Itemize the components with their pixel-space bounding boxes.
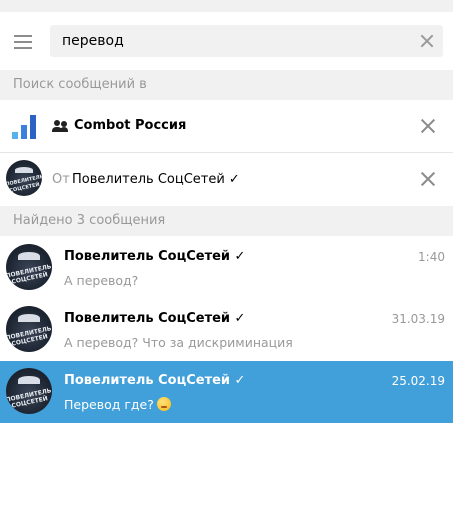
result-date: 31.03.19 [391, 312, 445, 326]
found-header: Найдено 3 сообщения [0, 206, 453, 236]
result-sender: Повелитель СоцСетей ✓ [64, 311, 246, 326]
result-date: 1:40 [418, 250, 445, 264]
chat-filter-name: Combot Россия [74, 118, 187, 133]
clear-search-icon[interactable] [420, 34, 434, 48]
remove-from-filter-icon[interactable] [421, 172, 435, 186]
search-in-label: Поиск сообщений в [13, 77, 147, 92]
from-filter-name: Повелитель СоцСетей ✓ [72, 172, 240, 187]
menu-icon[interactable] [14, 35, 32, 49]
group-icon [52, 120, 68, 132]
search-input[interactable] [62, 25, 402, 57]
face-icon [156, 397, 171, 411]
from-filter-row[interactable]: ПОВЕЛИТЕЛЬ СОЦСЕТЕЙ От Повелитель СоцСет… [0, 153, 453, 205]
avatar: ПОВЕЛИТЕЛЬ СОЦСЕТЕЙ [6, 160, 42, 196]
result-text-content: Перевод где? [64, 397, 154, 412]
avatar-text: ПОВЕЛИТЕЛЬ СОЦСЕТЕЙ [6, 325, 52, 348]
top-strip [0, 0, 453, 12]
result-text: А перевод? [64, 273, 139, 288]
result-text: А перевод? Что за дискриминация [64, 335, 293, 350]
avatar-text: ПОВЕЛИТЕЛЬ СОЦСЕТЕЙ [6, 263, 52, 286]
result-sender: Повелитель СоцСетей ✓ [64, 373, 246, 388]
search-header [0, 12, 453, 70]
chat-filter-row[interactable]: Combot Россия [0, 100, 453, 152]
result-text: Перевод где? [64, 397, 171, 412]
search-box[interactable] [50, 25, 443, 57]
avatar-text: ПОВЕЛИТЕЛЬ СОЦСЕТЕЙ [6, 387, 52, 410]
avatar-text: ПОВЕЛИТЕЛЬ СОЦСЕТЕЙ [6, 173, 42, 195]
avatar: ПОВЕЛИТЕЛЬ СОЦСЕТЕЙ [6, 244, 52, 290]
avatar: ПОВЕЛИТЕЛЬ СОЦСЕТЕЙ [6, 306, 52, 352]
search-result-3[interactable]: ПОВЕЛИТЕЛЬ СОЦСЕТЕЙ Повелитель СоцСетей … [0, 361, 453, 423]
search-result-2[interactable]: ПОВЕЛИТЕЛЬ СОЦСЕТЕЙ Повелитель СоцСетей … [0, 299, 453, 361]
combot-logo-icon [12, 115, 37, 139]
avatar: ПОВЕЛИТЕЛЬ СОЦСЕТЕЙ [6, 368, 52, 414]
result-date: 25.02.19 [391, 374, 445, 388]
from-label: От [52, 172, 70, 187]
search-in-header: Поиск сообщений в [0, 70, 453, 100]
found-count-label: Найдено 3 сообщения [13, 213, 166, 228]
remove-chat-filter-icon[interactable] [421, 119, 435, 133]
search-result-1[interactable]: ПОВЕЛИТЕЛЬ СОЦСЕТЕЙ Повелитель СоцСетей … [0, 237, 453, 299]
result-sender: Повелитель СоцСетей ✓ [64, 249, 246, 264]
